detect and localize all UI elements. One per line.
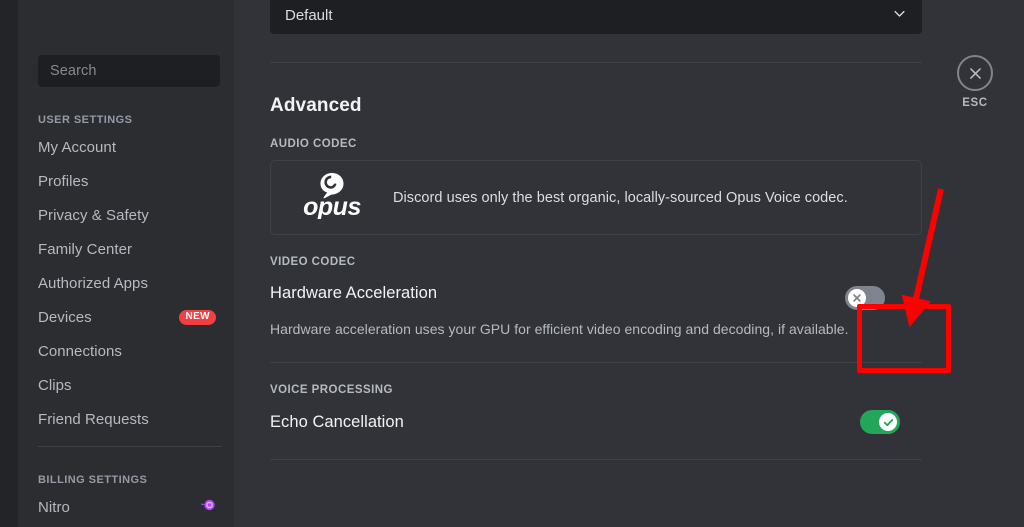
sidebar-item-family-center[interactable]: Family Center — [26, 235, 226, 263]
new-badge: NEW — [179, 309, 216, 325]
settings-sidebar: USER SETTINGS My Account Profiles Privac… — [18, 0, 234, 527]
nitro-boost-icon — [200, 497, 216, 517]
sidebar-item-connections[interactable]: Connections — [26, 337, 226, 365]
sidebar-item-label: My Account — [38, 138, 117, 156]
sidebar-item-authorized-apps[interactable]: Authorized Apps — [26, 269, 226, 297]
search-box[interactable] — [38, 55, 234, 87]
sidebar-item-label: Devices — [38, 308, 92, 326]
toggle-knob — [879, 413, 897, 431]
sidebar-item-my-account[interactable]: My Account — [26, 133, 226, 161]
device-select-value: Default — [285, 6, 333, 24]
sidebar-item-label: Profiles — [38, 172, 89, 190]
hardware-acceleration-toggle[interactable] — [845, 286, 885, 310]
sidebar-item-label: Friend Requests — [38, 410, 149, 428]
section-label-video-codec: VIDEO CODEC — [270, 256, 356, 268]
esc-label: ESC — [962, 97, 988, 109]
hardware-acceleration-description: Hardware acceleration uses your GPU for … — [270, 321, 849, 337]
content-divider-bottom — [270, 459, 922, 460]
settings-content: Default Advanced AUDIO CODEC opus Discor… — [234, 0, 1024, 527]
sidebar-item-label: Authorized Apps — [38, 274, 148, 292]
close-settings-button[interactable]: ESC — [948, 55, 1002, 109]
sidebar-item-label: Connections — [38, 342, 122, 360]
close-x-icon — [853, 294, 861, 302]
left-rail — [0, 0, 18, 527]
audio-codec-description: Discord uses only the best organic, loca… — [393, 189, 848, 206]
section-label-voice-processing: VOICE PROCESSING — [270, 384, 393, 396]
section-label-audio-codec: AUDIO CODEC — [270, 138, 357, 150]
sidebar-divider — [38, 446, 222, 447]
echo-cancellation-row: Echo Cancellation — [270, 410, 922, 434]
content-divider-middle — [270, 362, 922, 363]
sidebar-item-label: Privacy & Safety — [38, 206, 149, 224]
discord-user-settings-window: USER SETTINGS My Account Profiles Privac… — [0, 0, 1024, 527]
opus-logo: opus — [295, 171, 369, 224]
sidebar-group-label-billing-settings: BILLING SETTINGS — [38, 474, 148, 486]
chevron-down-icon — [892, 6, 907, 25]
echo-cancellation-toggle[interactable] — [860, 410, 900, 434]
device-select[interactable]: Default — [270, 0, 922, 34]
sidebar-item-label: Clips — [38, 376, 72, 394]
sidebar-item-label: Family Center — [38, 240, 133, 258]
page-title: Advanced — [270, 95, 362, 116]
sidebar-item-friend-requests[interactable]: Friend Requests — [26, 405, 226, 433]
sidebar-item-label: Nitro — [38, 498, 70, 516]
content-divider-top — [270, 62, 922, 63]
hardware-acceleration-row: Hardware Acceleration — [270, 284, 922, 310]
close-x-icon — [969, 67, 981, 79]
sidebar-item-clips[interactable]: Clips — [26, 371, 226, 399]
sidebar-item-privacy-and-safety[interactable]: Privacy & Safety — [26, 201, 226, 229]
audio-codec-card: opus Discord uses only the best organic,… — [270, 160, 922, 235]
svg-text:opus: opus — [303, 193, 361, 219]
sidebar-item-devices[interactable]: Devices NEW — [26, 303, 226, 331]
search-input[interactable] — [50, 63, 234, 79]
hardware-acceleration-title: Hardware Acceleration — [270, 284, 438, 302]
sidebar-item-profiles[interactable]: Profiles — [26, 167, 226, 195]
echo-cancellation-title: Echo Cancellation — [270, 412, 404, 431]
close-circle — [957, 55, 993, 91]
toggle-knob — [848, 289, 866, 307]
sidebar-group-label-user-settings: USER SETTINGS — [38, 114, 133, 126]
sidebar-item-nitro[interactable]: Nitro — [26, 493, 226, 521]
check-icon — [883, 418, 893, 426]
